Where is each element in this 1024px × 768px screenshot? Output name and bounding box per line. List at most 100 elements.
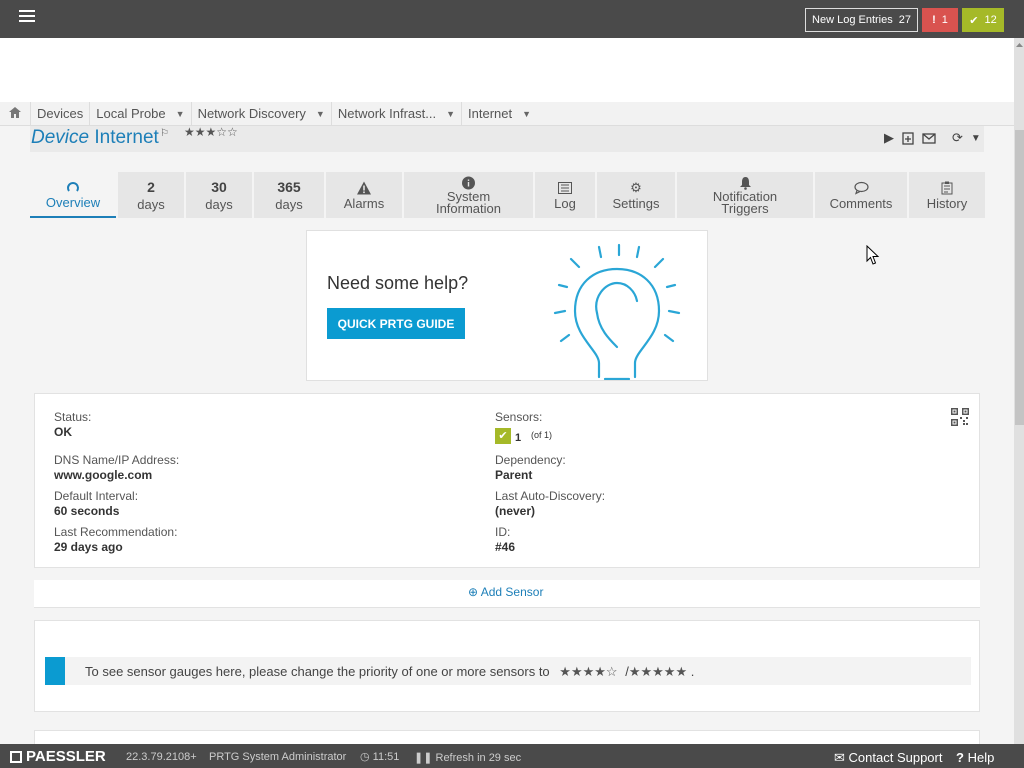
- tab-365-days[interactable]: 365 days: [254, 172, 324, 218]
- status-value: OK: [54, 425, 72, 439]
- new-log-entries-button[interactable]: New Log Entries 27: [805, 8, 918, 32]
- check-icon: ✔: [969, 14, 979, 27]
- add-sensor-link[interactable]: ⊕ Add Sensor: [468, 585, 543, 599]
- device-name: Internet: [94, 127, 159, 148]
- interval-value: 60 seconds: [54, 504, 120, 518]
- logo-icon: [10, 750, 22, 763]
- sensor-gauges-card: To see sensor gauges here, please change…: [34, 620, 980, 712]
- autodiscovery-label: Last Auto-Discovery:: [495, 489, 606, 503]
- gear-icon: ⚙: [630, 179, 642, 195]
- breadcrumb-network-discovery[interactable]: Network Discovery ▼: [190, 101, 331, 126]
- play-icon[interactable]: ▶: [884, 130, 894, 146]
- breadcrumb-devices[interactable]: Devices: [30, 101, 89, 126]
- tab-label: Settings: [612, 195, 660, 211]
- tab-number: 30: [211, 178, 227, 195]
- paessler-logo[interactable]: PAESSLER: [10, 748, 106, 765]
- id-label: ID:: [495, 525, 511, 539]
- device-info-card: Status: OK DNS Name/IP Address: www.goog…: [34, 393, 980, 568]
- mouse-cursor-icon: [866, 245, 880, 265]
- tab-log[interactable]: Log: [535, 172, 595, 218]
- caret-down-icon[interactable]: ▼: [446, 109, 455, 119]
- alarm-badge[interactable]: ! 1: [922, 8, 958, 32]
- mail-icon[interactable]: [922, 132, 936, 144]
- tab-2-days[interactable]: 2 days: [118, 172, 184, 218]
- dependency-value[interactable]: Parent: [495, 468, 532, 482]
- recommendation-value: 29 days ago: [54, 540, 123, 554]
- gauges-message-box: To see sensor gauges here, please change…: [45, 657, 971, 685]
- gauge-icon: [67, 181, 79, 192]
- home-icon[interactable]: [0, 106, 30, 121]
- lightbulb-icon: [553, 243, 681, 380]
- tab-label: days: [205, 196, 233, 212]
- list-icon: [558, 181, 572, 194]
- tab-label: Overview: [45, 194, 101, 210]
- breadcrumb: Devices Local Probe ▼ Network Discovery ▼ …: [0, 101, 1014, 126]
- sensors-label: Sensors:: [495, 410, 543, 424]
- tab-system-information[interactable]: System Information: [404, 172, 533, 218]
- tab-history[interactable]: History: [909, 172, 985, 218]
- pause-icon: ❚❚: [414, 752, 433, 764]
- clock: ◷ 11:51: [360, 750, 399, 763]
- gauges-message: To see sensor gauges here, please change…: [85, 664, 694, 680]
- breadcrumb-label: Network Infrast...: [337, 106, 437, 121]
- refresh-status[interactable]: ❚❚ Refresh in 29 sec: [414, 751, 521, 764]
- mail-icon: ✉: [834, 750, 845, 765]
- tab-number: 2: [147, 178, 155, 195]
- clock-time: 11:51: [372, 751, 400, 763]
- tab-30-days[interactable]: 30 days: [186, 172, 252, 218]
- next-card: [34, 730, 980, 744]
- tab-overview[interactable]: Overview: [30, 172, 116, 218]
- tab-notification-triggers[interactable]: Notification Triggers: [677, 172, 813, 218]
- breadcrumb-label: Network Discovery: [197, 106, 306, 121]
- footer: PAESSLER 22.3.79.2108+ PRTG System Admin…: [0, 744, 1024, 768]
- caret-down-icon[interactable]: ▼: [971, 133, 981, 144]
- caret-down-icon[interactable]: ▼: [316, 109, 325, 119]
- refresh-icon[interactable]: ⟳: [952, 130, 963, 146]
- four-stars-icon: ★★★★☆: [559, 664, 618, 679]
- device-type-label: Device: [31, 127, 90, 148]
- help-label: Help: [967, 750, 995, 765]
- flag-icon[interactable]: ⚐: [160, 128, 169, 139]
- hamburger-icon[interactable]: [19, 10, 35, 24]
- help-link[interactable]: ? Help: [956, 750, 994, 765]
- breadcrumb-internet[interactable]: Internet ▼: [461, 101, 537, 126]
- sensors-count[interactable]: 1: [515, 432, 521, 444]
- device-toolbar: ▶ ⟳ ▼: [884, 130, 981, 146]
- breadcrumb-network-infrastructure[interactable]: Network Infrast... ▼: [330, 101, 461, 126]
- qr-code-icon[interactable]: [951, 408, 969, 426]
- tab-comments[interactable]: Comments: [815, 172, 907, 218]
- ok-badge[interactable]: ✔ 12: [962, 8, 1004, 32]
- add-icon[interactable]: [902, 131, 914, 145]
- priority-stars[interactable]: ★★★☆☆: [184, 125, 238, 139]
- current-user[interactable]: PRTG System Administrator: [209, 751, 346, 763]
- device-tabs: Overview 2 days 30 days 365 days Alarms …: [30, 172, 985, 218]
- plus-circle-icon: ⊕: [468, 585, 479, 599]
- dns-value: www.google.com: [54, 468, 153, 482]
- quick-guide-button[interactable]: QUICK PRTG GUIDE: [327, 308, 465, 339]
- caret-down-icon[interactable]: ▼: [176, 109, 185, 119]
- tab-number: 365: [277, 178, 301, 195]
- tab-label: Alarms: [343, 195, 385, 211]
- ok-count: 12: [984, 14, 997, 26]
- breadcrumb-label: Local Probe: [96, 106, 166, 121]
- gauges-message-text: To see sensor gauges here, please change…: [85, 664, 550, 679]
- check-icon[interactable]: ✔: [495, 428, 511, 444]
- tab-settings[interactable]: ⚙ Settings: [597, 172, 675, 218]
- autodiscovery-value: (never): [495, 504, 536, 518]
- contact-support-link[interactable]: ✉ Contact Support: [834, 750, 942, 766]
- refresh-label: Refresh in 29 sec: [435, 752, 522, 764]
- sensors-total: (of 1): [531, 430, 553, 440]
- info-accent-bar: [45, 657, 65, 685]
- tab-alarms[interactable]: Alarms: [326, 172, 402, 218]
- help-card: Need some help? QUICK PRTG GUIDE: [306, 230, 708, 381]
- message-end: .: [690, 664, 695, 679]
- id-value: #46: [495, 540, 516, 554]
- scroll-up-icon[interactable]: [1015, 40, 1024, 50]
- breadcrumb-local-probe[interactable]: Local Probe ▼: [89, 101, 190, 126]
- breadcrumb-label: Devices: [37, 106, 84, 121]
- caret-down-icon[interactable]: ▼: [522, 109, 531, 119]
- exclamation-icon: !: [932, 14, 936, 26]
- tab-label: Log: [554, 195, 576, 211]
- scrollbar-thumb[interactable]: [1015, 130, 1024, 425]
- status-label: Status:: [54, 410, 92, 424]
